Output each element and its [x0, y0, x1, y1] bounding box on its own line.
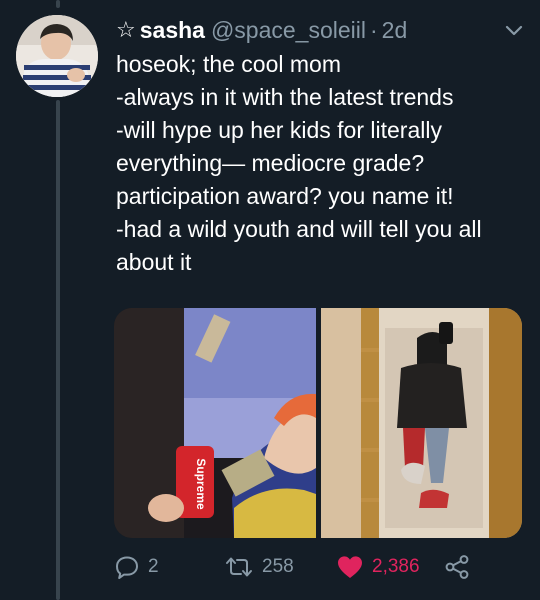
timestamp[interactable]: 2d	[382, 15, 408, 45]
reply-button[interactable]: 2	[114, 552, 159, 582]
display-name[interactable]: sasha	[140, 15, 205, 45]
heart-icon	[338, 556, 362, 578]
thread-line-bottom	[56, 100, 60, 600]
chevron-down-icon[interactable]	[504, 22, 524, 38]
separator-dot: ·	[370, 17, 378, 43]
like-count: 2,386	[372, 556, 420, 577]
photo-right-image	[320, 308, 522, 538]
tweet-line: hoseok; the cool mom	[116, 51, 342, 77]
supreme-label: Supreme	[194, 458, 208, 510]
retweet-count: 258	[262, 556, 294, 577]
star-outline-icon: ☆	[116, 17, 136, 42]
share-button[interactable]	[444, 552, 470, 582]
reply-bubble-icon	[116, 556, 138, 579]
like-button[interactable]: 2,386	[336, 552, 420, 582]
reply-count: 2	[148, 556, 159, 577]
avatar[interactable]	[16, 15, 98, 97]
tweet-text: hoseok; the cool mom -always in it with …	[116, 48, 526, 279]
tweet-line: -always in it with the latest trends	[116, 84, 454, 110]
thread-line-top	[56, 0, 60, 8]
media-photo-right[interactable]	[320, 308, 523, 538]
user-handle[interactable]: @space_soleiil	[211, 15, 366, 45]
tweet-line: about it	[116, 249, 192, 275]
tweet-line: -will hype up her kids for literally	[116, 117, 442, 143]
tweet-header: ☆ sasha @space_soleiil · 2d	[116, 15, 407, 45]
tweet-line: participation award? you name it!	[116, 183, 454, 209]
media-photo-left[interactable]: Supreme	[114, 308, 316, 538]
retweet-icon	[226, 557, 252, 577]
retweet-button[interactable]: 258	[224, 552, 294, 582]
tweet-line: -had a wild youth and will tell you all	[116, 216, 482, 242]
share-icon	[445, 555, 469, 579]
media-grid: Supreme	[114, 308, 522, 538]
tweet-line: everything— mediocre grade?	[116, 150, 425, 176]
tweet-actions: 2 258 2,386	[114, 552, 524, 582]
photo-left-image: Supreme	[114, 308, 316, 538]
avatar-photo	[16, 15, 98, 97]
